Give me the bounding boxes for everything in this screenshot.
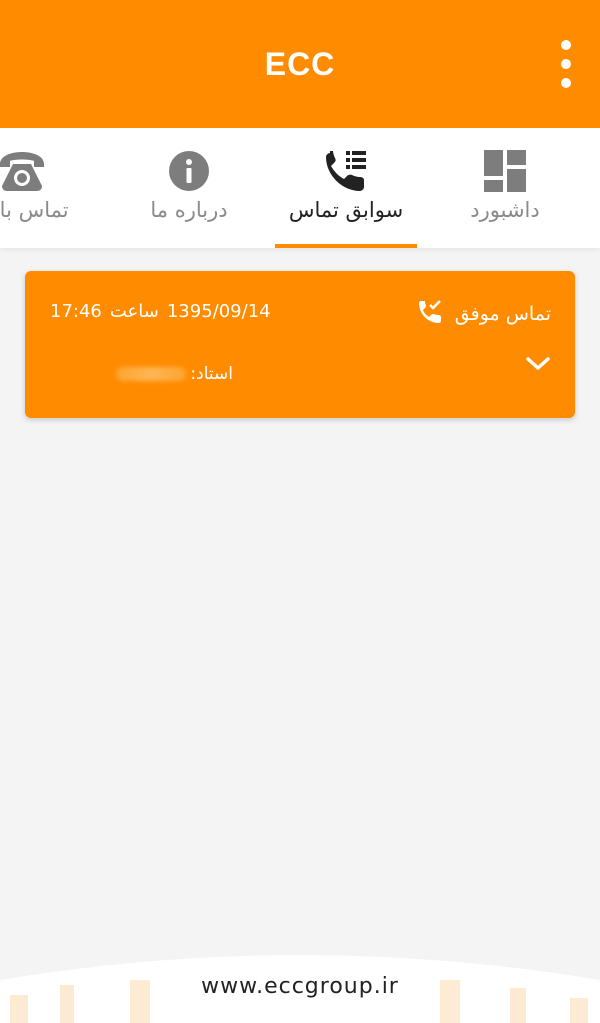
chevron-down-icon [526, 357, 550, 370]
call-datetime: 17:46 ساعت 1395/09/14 [50, 301, 271, 322]
call-date: 1395/09/14 [166, 301, 271, 322]
phone-icon [0, 148, 47, 194]
menu-dot [561, 40, 571, 50]
tab-bar: داشبورد سوابق تماس درباره ما تماس با [0, 128, 600, 248]
tab-label: درباره ما [150, 198, 228, 222]
info-icon [168, 148, 210, 194]
call-history-icon [324, 148, 368, 194]
call-success-icon [417, 299, 443, 329]
tab-about[interactable]: درباره ما [129, 128, 249, 248]
tab-label: تماس با ما [0, 198, 69, 222]
menu-dot [561, 78, 571, 88]
overflow-menu-button[interactable] [552, 40, 580, 88]
call-status: تماس موفق [417, 299, 551, 329]
footer: www.eccgroup.ir [0, 940, 600, 1023]
tab-label: داشبورد [470, 198, 540, 222]
dashboard-icon [484, 148, 526, 194]
teacher-label: استاد: [190, 364, 233, 384]
menu-dot [561, 59, 571, 69]
tab-dashboard[interactable]: داشبورد [435, 128, 575, 248]
call-status-text: تماس موفق [454, 303, 551, 325]
teacher-name-redacted [116, 367, 187, 381]
call-time: 17:46 [50, 301, 102, 322]
call-log-card[interactable]: تماس موفق 17:46 ساعت 1395/09/14 استاد: [25, 271, 575, 418]
call-time-label: ساعت [109, 301, 159, 322]
tab-label: سوابق تماس [288, 198, 404, 222]
tab-contact[interactable]: تماس با ما [0, 128, 87, 248]
expand-chevron-button[interactable] [523, 349, 553, 379]
teacher-line: استاد: [103, 359, 233, 389]
tab-call-history[interactable]: سوابق تماس [275, 128, 417, 248]
app-title: ECC [264, 45, 336, 82]
app-bar: ECC [0, 0, 600, 128]
footer-url[interactable]: www.eccgroup.ir [0, 974, 600, 999]
